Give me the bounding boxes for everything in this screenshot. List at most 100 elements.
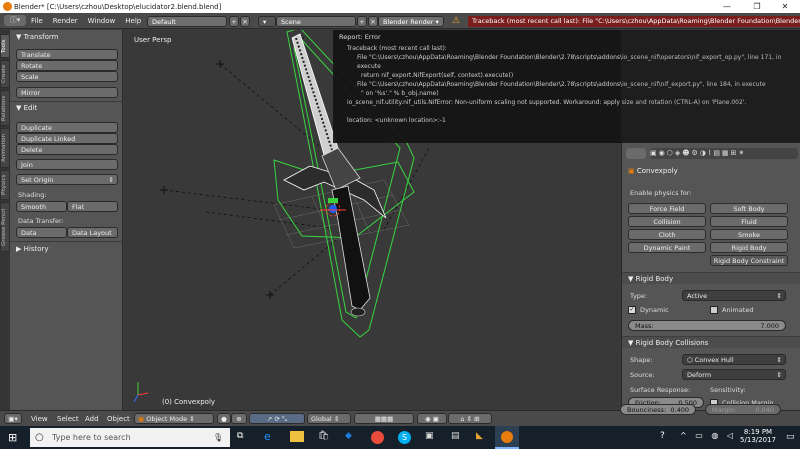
smoke-button[interactable]: Smoke xyxy=(710,229,788,240)
set-origin-dropdown[interactable]: Set Origin ⇕ xyxy=(16,174,118,185)
edge-browser-icon[interactable]: e xyxy=(264,430,271,443)
divider xyxy=(10,101,123,102)
window-title-bar: Blender* [C:\Users\czhou\Desktop\elucida… xyxy=(0,0,800,13)
collision-shape-select[interactable]: ⬡ Convex Hull ⇕ xyxy=(682,354,786,365)
menu-add[interactable]: Add xyxy=(80,415,104,423)
enable-physics-label: Enable physics for: xyxy=(630,189,692,197)
menu-select[interactable]: Select xyxy=(52,415,84,423)
dynamic-checkbox[interactable]: ✓ xyxy=(628,306,636,314)
dynamic-paint-button[interactable]: Dynamic Paint xyxy=(628,242,706,253)
menu-view[interactable]: View xyxy=(26,415,53,423)
app-icon[interactable]: ▣ xyxy=(425,431,434,441)
task-view-icon[interactable]: ⧉ xyxy=(237,431,243,441)
view-mode-label: User Persp xyxy=(134,36,172,44)
flat-button[interactable]: Flat xyxy=(67,201,118,212)
add-layout-button[interactable]: + xyxy=(229,16,239,27)
skype-icon[interactable]: S xyxy=(398,431,411,444)
tab-physics[interactable]: Physics xyxy=(0,170,10,200)
windows-taskbar: ⊞ ○ Type here to search 🎙 ⧉ e 🛍 ◆ S ▣ ▤ … xyxy=(0,426,800,449)
menu-help[interactable]: Help xyxy=(120,17,146,25)
maximize-button[interactable]: ❐ xyxy=(744,0,770,13)
rigid-body-panel-header[interactable]: ▼ Rigid Body xyxy=(622,272,800,284)
remove-scene-button[interactable]: ✕ xyxy=(368,16,378,27)
app-icon[interactable]: ▤ xyxy=(451,431,460,441)
shading-mode-button[interactable]: ● xyxy=(217,413,231,424)
add-scene-button[interactable]: + xyxy=(357,16,367,27)
mass-field[interactable]: Mass: 7.000 xyxy=(628,320,786,331)
edit-panel-header[interactable]: ▼ Edit xyxy=(16,104,37,112)
menu-window[interactable]: Window xyxy=(83,17,121,25)
transform-panel-header[interactable]: ▼ Transform xyxy=(16,33,58,41)
rigid-body-type-select[interactable]: Active ⇕ xyxy=(682,290,786,301)
app-icon[interactable]: ◣ xyxy=(476,431,483,441)
properties-context-tabs[interactable]: ▣◉⬡◈☻⚙◑⌇▤▦⊞✶ xyxy=(650,148,798,159)
tab-relations[interactable]: Relations xyxy=(0,90,10,126)
editor-type-icon[interactable]: ⓘ▾ xyxy=(4,15,26,26)
chrome-icon[interactable] xyxy=(371,431,384,444)
pivot-button[interactable]: ⊕ xyxy=(231,413,247,424)
scene-selector[interactable]: Scene xyxy=(276,16,356,27)
menu-file[interactable]: File xyxy=(26,17,48,25)
minimize-button[interactable]: — xyxy=(714,0,740,13)
taskbar-search-box[interactable]: ○ Type here to search 🎙 xyxy=(30,428,230,447)
collision-button[interactable]: Collision xyxy=(628,216,706,227)
rigid-body-constraint-button[interactable]: Rigid Body Constraint xyxy=(710,255,788,266)
mode-select[interactable]: ▣ Object Mode ⇕ xyxy=(134,413,214,424)
microphone-icon[interactable]: 🎙 xyxy=(213,428,223,447)
tab-animation[interactable]: Animation xyxy=(0,128,10,168)
data-layout-button[interactable]: Data Layout xyxy=(67,227,118,238)
editor-type-button[interactable]: ▣▾ xyxy=(4,413,22,424)
translate-button[interactable]: Translate xyxy=(16,49,118,60)
window-title: Blender* [C:\Users\czhou\Desktop\elucida… xyxy=(14,2,222,11)
rigid-body-collisions-panel-header[interactable]: ▼ Rigid Body Collisions xyxy=(622,336,800,348)
dropbox-icon[interactable]: ◆ xyxy=(345,431,352,441)
orientation-select[interactable]: Global ⇕ xyxy=(307,413,351,424)
duplicate-button[interactable]: Duplicate xyxy=(16,122,118,133)
duplicate-linked-button[interactable]: Duplicate Linked xyxy=(16,133,118,144)
notifications-icon[interactable]: ▭ xyxy=(786,432,795,442)
history-panel-header[interactable]: ▶ History xyxy=(16,245,49,253)
tab-tools[interactable]: Tools xyxy=(0,34,10,58)
delete-button[interactable]: Delete xyxy=(16,144,118,155)
layer-buttons[interactable]: ▦▦▦ xyxy=(354,413,414,424)
blender-icon xyxy=(501,431,513,443)
help-icon[interactable]: ? xyxy=(660,431,665,441)
manipulator-buttons[interactable]: ↗ ⟳ ⤡ xyxy=(249,413,305,424)
render-engine-select[interactable]: Blender Render ▾ xyxy=(378,16,444,27)
join-button[interactable]: Join xyxy=(16,159,118,170)
soft-body-button[interactable]: Soft Body xyxy=(710,203,788,214)
rigid-body-button[interactable]: Rigid Body xyxy=(710,242,788,253)
menu-render[interactable]: Render xyxy=(48,17,83,25)
error-report-banner[interactable]: Traceback (most recent call last): File … xyxy=(468,16,800,27)
tab-grease-pencil[interactable]: Grease Pencil xyxy=(0,202,10,252)
scene-icon[interactable]: ▾ xyxy=(258,16,276,27)
blender-taskbar-button[interactable] xyxy=(495,426,519,449)
animated-checkbox[interactable] xyxy=(710,306,718,314)
bounciness-field-visible[interactable]: Bounciness: 0.400 xyxy=(620,404,696,415)
tab-create[interactable]: Create xyxy=(0,60,10,88)
properties-editor-type-icon[interactable] xyxy=(626,148,646,159)
outliner-region xyxy=(621,30,800,143)
snap-buttons[interactable]: ⌂ ⇕ ⊞ xyxy=(448,413,492,424)
cloth-button[interactable]: Cloth xyxy=(628,229,706,240)
data-button[interactable]: Data xyxy=(16,227,67,238)
smooth-button[interactable]: Smooth xyxy=(16,201,67,212)
menu-object[interactable]: Object xyxy=(102,415,135,423)
remove-layout-button[interactable]: ✕ xyxy=(240,16,250,27)
file-explorer-icon[interactable] xyxy=(290,431,304,442)
margin-field[interactable]: Margin: 0.040 xyxy=(705,404,781,415)
force-field-button[interactable]: Force Field xyxy=(628,203,706,214)
rotate-button[interactable]: Rotate xyxy=(16,60,118,71)
layout-selector[interactable]: Default xyxy=(147,16,227,27)
windows-start-icon[interactable]: ⊞ xyxy=(8,432,20,444)
store-icon[interactable]: 🛍 xyxy=(318,431,329,441)
fluid-button[interactable]: Fluid xyxy=(710,216,788,227)
scale-button[interactable]: Scale xyxy=(16,71,118,82)
clock[interactable]: 8:19 PM 5/13/2017 xyxy=(736,428,780,444)
close-button[interactable]: ✕ xyxy=(772,0,798,13)
system-tray-icons[interactable]: ^ ▭ ◍ ◁ xyxy=(680,431,736,440)
mirror-button[interactable]: Mirror xyxy=(16,87,118,98)
render-layer-buttons[interactable]: ◉ ▣ xyxy=(417,413,447,424)
collision-source-select[interactable]: Deform ⇕ xyxy=(682,369,786,380)
animated-label: Animated xyxy=(722,306,754,314)
